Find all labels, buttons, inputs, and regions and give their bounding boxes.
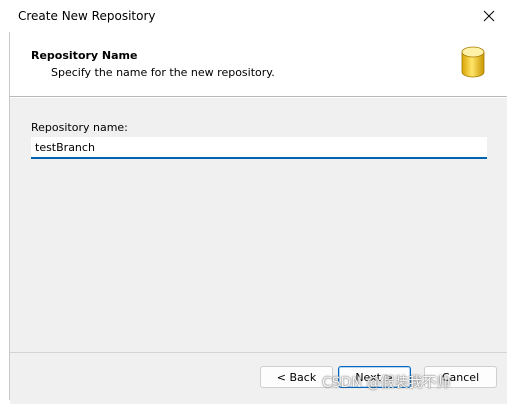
title-bar: Create New Repository	[0, 0, 507, 32]
page-title: Repository Name	[31, 49, 138, 62]
database-icon	[461, 46, 485, 78]
create-repository-dialog: Create New Repository Repository Name Sp…	[0, 0, 507, 404]
close-button[interactable]	[471, 0, 507, 32]
wizard-footer: < Back Next > Cancel	[10, 353, 507, 404]
window-title: Create New Repository	[18, 9, 156, 23]
wizard-content: Repository name:	[10, 98, 507, 352]
repository-name-label: Repository name:	[31, 121, 128, 134]
next-button[interactable]: Next >	[338, 366, 411, 388]
page-subtitle: Specify the name for the new repository.	[51, 66, 275, 79]
wizard-header: Repository Name Specify the name for the…	[10, 32, 507, 97]
cancel-button[interactable]: Cancel	[424, 366, 497, 388]
repository-name-input[interactable]	[31, 137, 487, 159]
back-button[interactable]: < Back	[260, 366, 333, 388]
close-icon	[483, 10, 495, 22]
